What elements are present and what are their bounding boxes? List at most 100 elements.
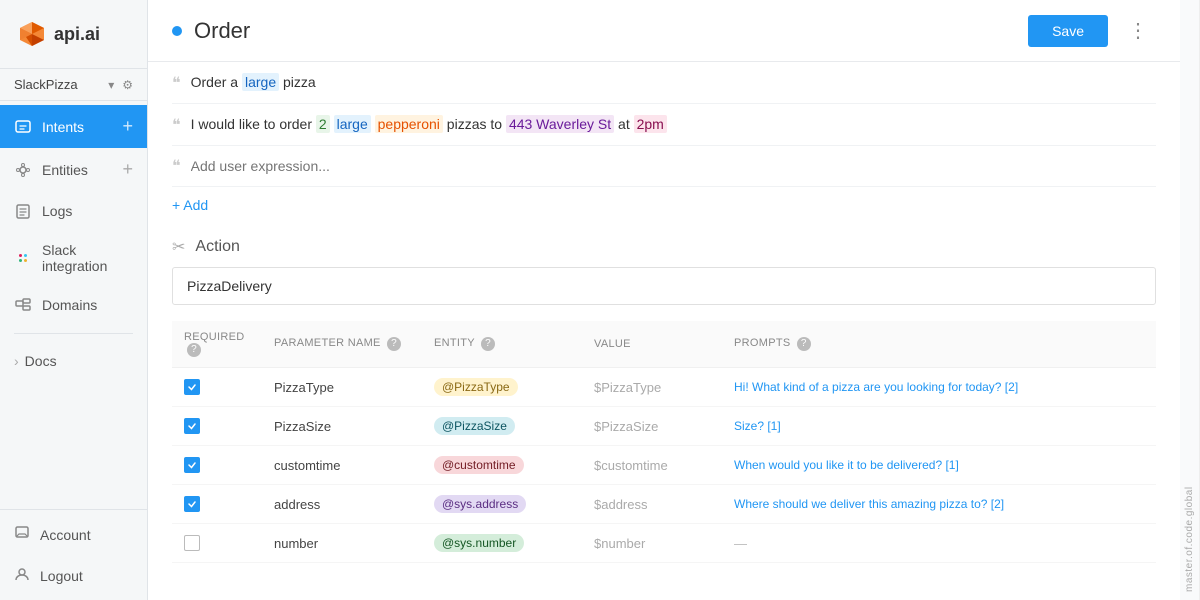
prompts-text-3[interactable]: Where should we deliver this amazing piz… bbox=[734, 497, 1004, 511]
table-row: address @sys.address $address Where shou… bbox=[172, 485, 1156, 524]
cell-entity-3: @sys.address bbox=[422, 485, 582, 524]
cell-prompts-0: Hi! What kind of a pizza are you looking… bbox=[722, 368, 1156, 407]
entity-badge-3[interactable]: @sys.address bbox=[434, 495, 526, 513]
tag-number-2[interactable]: 2 bbox=[316, 115, 330, 133]
quote-icon-2: ❝ bbox=[172, 115, 181, 135]
bottom-nav: Account Logout bbox=[0, 509, 147, 600]
table-row: number @sys.number $number — bbox=[172, 524, 1156, 563]
sidebar-item-domains[interactable]: Domains bbox=[0, 285, 147, 325]
entity-badge-4[interactable]: @sys.number bbox=[434, 534, 524, 552]
cell-value-1: $PizzaSize bbox=[582, 407, 722, 446]
cell-entity-0: @PizzaType bbox=[422, 368, 582, 407]
account-icon bbox=[14, 525, 30, 544]
cell-value-2: $customtime bbox=[582, 446, 722, 485]
sidebar: api.ai SlackPizza ▾ ⚙ Intents + bbox=[0, 0, 148, 600]
nav-divider bbox=[14, 333, 133, 334]
logo-text: api.ai bbox=[54, 24, 100, 45]
workspace-controls: ▾ ⚙ bbox=[108, 78, 133, 92]
cell-param-name-2: customtime bbox=[262, 446, 422, 485]
checkbox-checked[interactable] bbox=[184, 457, 200, 473]
sidebar-item-entities[interactable]: Entities + bbox=[0, 148, 147, 191]
col-header-value: VALUE bbox=[582, 321, 722, 368]
cell-required-2 bbox=[172, 446, 262, 485]
cell-param-name-0: PizzaType bbox=[262, 368, 422, 407]
cell-prompts-2: When would you like it to be delivered? … bbox=[722, 446, 1156, 485]
checkbox-checked[interactable] bbox=[184, 496, 200, 512]
tag-large-2[interactable]: large bbox=[334, 115, 371, 133]
logo-icon bbox=[16, 18, 48, 50]
workspace-row: SlackPizza ▾ ⚙ bbox=[0, 68, 147, 101]
entity-help-icon[interactable]: ? bbox=[481, 337, 495, 351]
action-icon: ✂ bbox=[172, 237, 185, 257]
expression-1-text: Order a large pizza bbox=[191, 72, 316, 93]
sidebar-item-account[interactable]: Account bbox=[0, 514, 147, 555]
action-section-header: ✂ Action bbox=[172, 223, 1156, 267]
prompts-text-4[interactable]: — bbox=[734, 536, 747, 551]
gear-icon[interactable]: ⚙ bbox=[122, 78, 133, 92]
sidebar-item-docs-label: Docs bbox=[25, 353, 57, 369]
cell-prompts-3: Where should we deliver this amazing piz… bbox=[722, 485, 1156, 524]
table-row: PizzaSize @PizzaSize $PizzaSize Size? [1… bbox=[172, 407, 1156, 446]
domains-icon bbox=[14, 296, 32, 314]
add-expression-label: + Add bbox=[172, 197, 208, 213]
add-intents-button[interactable]: + bbox=[122, 116, 133, 137]
tag-time-2[interactable]: 2pm bbox=[634, 115, 667, 133]
action-input[interactable] bbox=[172, 267, 1156, 305]
more-options-button[interactable]: ⋮ bbox=[1120, 14, 1156, 47]
entities-icon bbox=[14, 161, 32, 179]
parameters-table: REQUIRED ? PARAMETER NAME ? ENTITY ? bbox=[172, 321, 1156, 563]
sidebar-item-account-label: Account bbox=[40, 527, 91, 543]
entity-badge-0[interactable]: @PizzaType bbox=[434, 378, 518, 396]
cell-value-3: $address bbox=[582, 485, 722, 524]
sidebar-item-domains-label: Domains bbox=[42, 297, 97, 313]
cell-required-3 bbox=[172, 485, 262, 524]
tag-pepperoni-2[interactable]: pepperoni bbox=[375, 115, 443, 133]
checkbox-unchecked[interactable] bbox=[184, 535, 200, 551]
tag-large-1[interactable]: large bbox=[242, 73, 279, 91]
prompts-text-1[interactable]: Size? [1] bbox=[734, 419, 781, 433]
cell-param-name-3: address bbox=[262, 485, 422, 524]
sidebar-item-logout-label: Logout bbox=[40, 568, 83, 584]
save-button[interactable]: Save bbox=[1028, 15, 1108, 47]
sidebar-item-entities-label: Entities bbox=[42, 162, 88, 178]
workspace-name: SlackPizza bbox=[14, 77, 78, 92]
expression-row-2: ❝ I would like to order 2 large pepperon… bbox=[172, 104, 1156, 146]
expression-input-row: ❝ bbox=[172, 146, 1156, 187]
add-entities-button[interactable]: + bbox=[122, 159, 133, 180]
sidebar-item-docs[interactable]: › Docs bbox=[0, 342, 147, 380]
expression-row: ❝ Order a large pizza bbox=[172, 62, 1156, 104]
sidebar-item-logs[interactable]: Logs bbox=[0, 191, 147, 231]
checkbox-checked[interactable] bbox=[184, 379, 200, 395]
sidebar-item-slack[interactable]: Slack integration bbox=[0, 231, 147, 285]
chevron-down-icon[interactable]: ▾ bbox=[108, 78, 114, 92]
prompts-help-icon[interactable]: ? bbox=[797, 337, 811, 351]
col-header-param-name: PARAMETER NAME ? bbox=[262, 321, 422, 368]
page-title: Order bbox=[194, 18, 1016, 44]
cell-prompts-1: Size? [1] bbox=[722, 407, 1156, 446]
table-row: PizzaType @PizzaType $PizzaType Hi! What… bbox=[172, 368, 1156, 407]
required-help-icon[interactable]: ? bbox=[187, 343, 201, 357]
entity-badge-1[interactable]: @PizzaSize bbox=[434, 417, 515, 435]
cell-required-4 bbox=[172, 524, 262, 563]
prompts-text-0[interactable]: Hi! What kind of a pizza are you looking… bbox=[734, 380, 1018, 394]
slack-icon bbox=[14, 249, 32, 267]
nav-items: Intents + Entities + bbox=[0, 105, 147, 509]
sidebar-item-logout[interactable]: Logout bbox=[0, 555, 147, 596]
entity-badge-2[interactable]: @customtime bbox=[434, 456, 524, 474]
tag-address-2[interactable]: 443 Waverley St bbox=[506, 115, 614, 133]
add-expression-button[interactable]: + Add bbox=[172, 187, 1156, 223]
cell-value-0: $PizzaType bbox=[582, 368, 722, 407]
cell-required-1 bbox=[172, 407, 262, 446]
side-label: master.of.code.global bbox=[1180, 0, 1200, 600]
sidebar-item-intents[interactable]: Intents + bbox=[0, 105, 147, 148]
col-header-entity: ENTITY ? bbox=[422, 321, 582, 368]
expression-2-text: I would like to order 2 large pepperoni … bbox=[191, 114, 667, 135]
main-header: Order Save ⋮ bbox=[148, 0, 1180, 62]
cell-param-name-1: PizzaSize bbox=[262, 407, 422, 446]
content-area: Order Save ⋮ ❝ Order a large pizza ❝ I w… bbox=[148, 0, 1200, 600]
prompts-text-2[interactable]: When would you like it to be delivered? … bbox=[734, 458, 959, 472]
param-name-help-icon[interactable]: ? bbox=[387, 337, 401, 351]
cell-entity-1: @PizzaSize bbox=[422, 407, 582, 446]
checkbox-checked[interactable] bbox=[184, 418, 200, 434]
expression-input[interactable] bbox=[191, 158, 1156, 174]
